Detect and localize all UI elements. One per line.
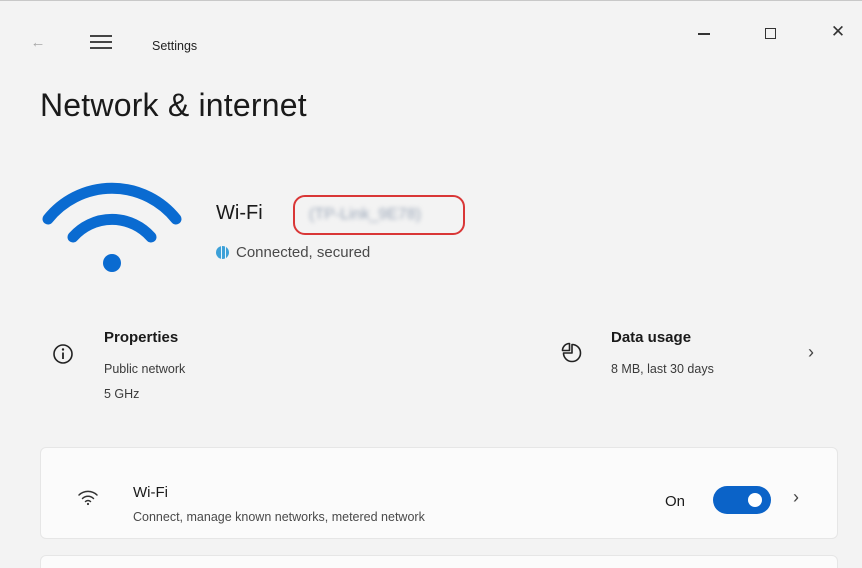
wifi-card-subtitle: Connect, manage known networks, metered …	[133, 510, 425, 524]
next-settings-card[interactable]	[40, 555, 838, 568]
hamburger-menu-icon[interactable]	[90, 35, 112, 51]
toggle-knob	[748, 493, 762, 507]
wifi-card-title: Wi-Fi	[133, 484, 168, 501]
settings-window: ← Settings ✕ Network & internet Wi-Fi (T…	[0, 0, 862, 568]
wifi-toggle-label: On	[665, 493, 686, 510]
minimize-icon	[698, 33, 710, 35]
globe-icon	[216, 246, 229, 259]
close-button[interactable]: ✕	[818, 17, 858, 47]
wifi-settings-card[interactable]: Wi-Fi Connect, manage known networks, me…	[40, 447, 838, 539]
chevron-right-icon: ›	[808, 342, 814, 362]
page-title: Network & internet	[40, 87, 307, 123]
wifi-icon	[78, 490, 98, 506]
pie-chart-icon	[561, 342, 582, 363]
app-title: Settings	[152, 39, 198, 53]
ssid-label: (TP-Link_9E78)	[309, 206, 422, 223]
back-arrow-icon[interactable]: ←	[26, 31, 50, 55]
network-band: 5 GHz	[104, 387, 140, 401]
minimize-button[interactable]	[684, 17, 724, 47]
data-usage-title: Data usage	[611, 329, 692, 346]
connection-status-text: Connected, secured	[236, 244, 371, 261]
wifi-hero-icon	[42, 182, 182, 272]
info-icon	[53, 344, 73, 364]
properties-title: Properties	[104, 329, 179, 346]
data-usage-summary: 8 MB, last 30 days	[611, 362, 714, 376]
connection-status: Connected, secured	[216, 244, 370, 261]
maximize-button[interactable]	[750, 17, 790, 47]
maximize-icon	[764, 28, 776, 39]
chevron-right-icon: ›	[793, 487, 799, 507]
ssid-highlight: (TP-Link_9E78)	[293, 195, 465, 235]
network-type: Public network	[104, 362, 186, 376]
connection-name: Wi-Fi	[216, 202, 263, 224]
wifi-toggle[interactable]	[713, 486, 771, 514]
title-bar: ← Settings ✕	[0, 1, 862, 53]
data-usage-button[interactable]: Data usage 8 MB, last 30 days ›	[560, 321, 838, 385]
